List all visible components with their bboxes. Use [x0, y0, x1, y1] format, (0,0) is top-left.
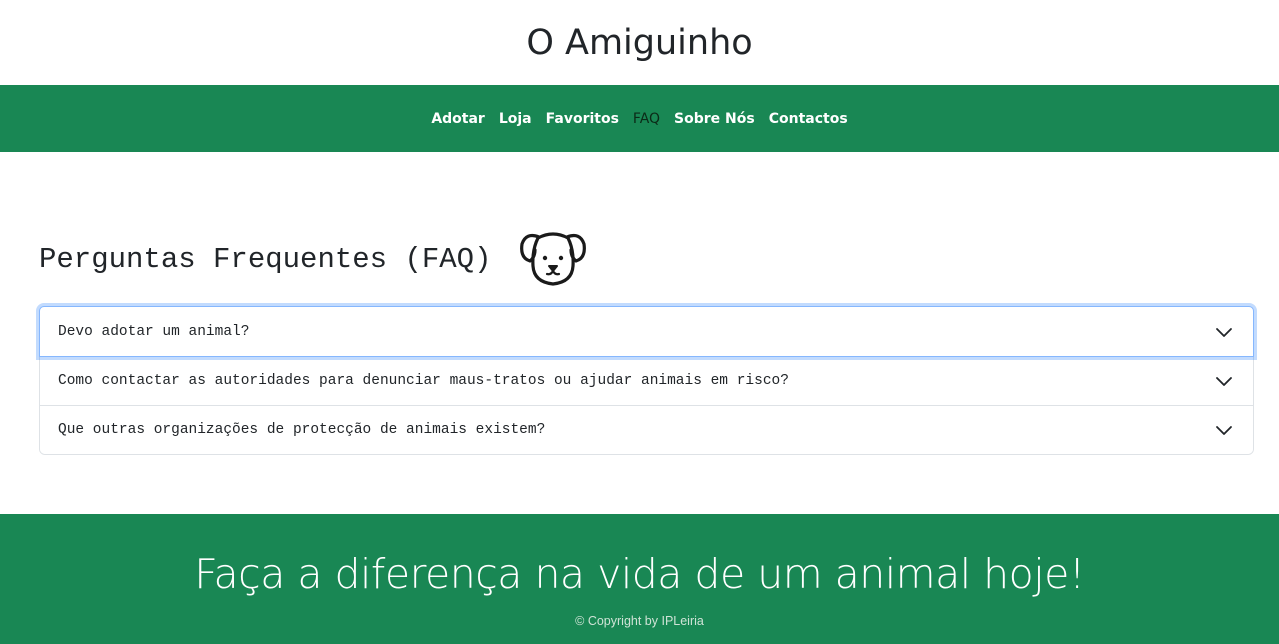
nav-link-contactos[interactable]: Contactos — [762, 111, 855, 127]
dog-face-icon — [518, 228, 588, 290]
chevron-down-icon[interactable] — [1215, 372, 1233, 390]
faq-accordion: Devo adotar um animal? Como contactar as… — [39, 306, 1254, 455]
nav-link-sobre-nos[interactable]: Sobre Nós — [667, 111, 762, 127]
footer-slogan: Faça a diferença na vida de um animal ho… — [194, 550, 1085, 598]
site-header: O Amiguinho — [0, 0, 1279, 85]
faq-heading-row: Perguntas Frequentes (FAQ) — [39, 229, 1253, 289]
site-footer: Faça a diferença na vida de um animal ho… — [0, 514, 1279, 644]
faq-title: Perguntas Frequentes (FAQ) — [39, 242, 492, 276]
nav-link-faq[interactable]: FAQ — [626, 111, 667, 127]
faq-item[interactable]: Devo adotar um animal? — [39, 306, 1254, 357]
faq-question: Que outras organizações de protecção de … — [58, 422, 546, 438]
faq-item[interactable]: Como contactar as autoridades para denun… — [40, 356, 1253, 405]
faq-question: Devo adotar um animal? — [58, 323, 250, 340]
main-navbar: Adotar Loja Favoritos FAQ Sobre Nós Cont… — [0, 85, 1279, 152]
nav-link-favoritos[interactable]: Favoritos — [539, 111, 626, 127]
site-title: O Amiguinho — [526, 22, 753, 63]
faq-item[interactable]: Que outras organizações de protecção de … — [40, 405, 1253, 454]
footer-copyright: © Copyright by IPLeiria — [575, 614, 704, 628]
faq-question: Como contactar as autoridades para denun… — [58, 373, 789, 389]
chevron-down-icon[interactable] — [1215, 323, 1233, 341]
nav-link-loja[interactable]: Loja — [492, 111, 539, 127]
main-content: Perguntas Frequentes (FAQ) Devo adotar u… — [0, 229, 1279, 455]
nav-link-adotar[interactable]: Adotar — [424, 111, 492, 127]
chevron-down-icon[interactable] — [1215, 421, 1233, 439]
